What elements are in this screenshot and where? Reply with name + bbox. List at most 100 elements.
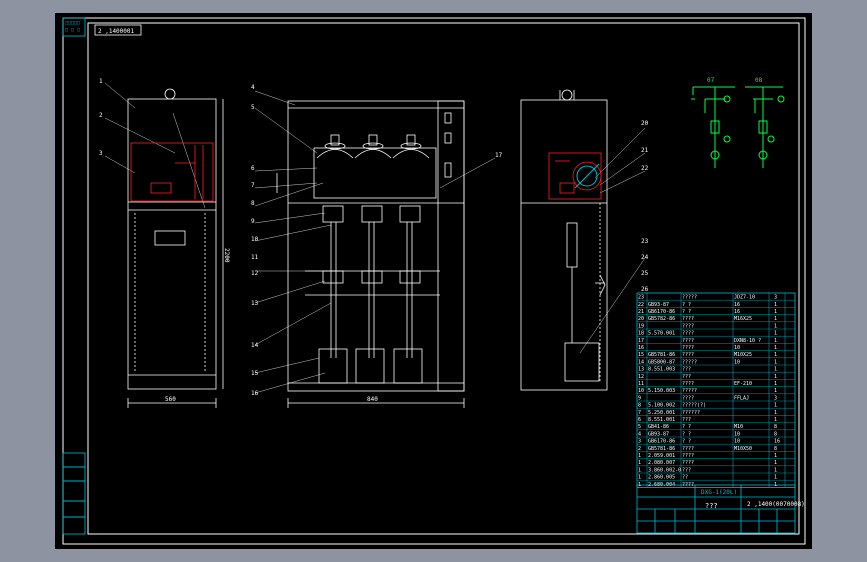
bom-cell-code: 8.551.001	[648, 417, 675, 423]
bom-cell-name: ????	[682, 460, 694, 466]
engineering-drawing: □□□□□ □ □ □ 2 ,1400001 560 2200 123 840 …	[62, 17, 806, 545]
svg-text:□ □ □: □ □ □	[65, 27, 80, 33]
bom-cell-qty: 1	[774, 352, 777, 358]
bom-cell-code: GB93-87	[648, 431, 669, 437]
bom-cell-code: 2.860.005	[648, 475, 675, 481]
bom-cell-spec: 10	[734, 431, 740, 437]
bom-cell-qty: 1	[774, 338, 777, 344]
dim-left-width: 560	[165, 396, 176, 403]
right-callout-label: 25	[641, 270, 649, 277]
bom-cell-no: 12	[638, 374, 644, 380]
bom-cell-spec: 16	[734, 309, 740, 315]
bom-cell-name: ????	[682, 331, 694, 337]
bom-cell-name: ???	[682, 374, 691, 380]
schematic-labels: 07 08	[707, 77, 763, 84]
bom-cell-code: 5.250.001	[648, 410, 675, 416]
bom-cell-no: 22	[638, 302, 644, 308]
right-callout-label: 26	[641, 286, 649, 293]
bom-cell-qty: 8	[774, 446, 777, 452]
left-view	[104, 82, 224, 408]
bom-cell-qty: 1	[774, 345, 777, 351]
bom-cell-qty: 1	[774, 453, 777, 459]
bom-cell-spec: 10	[734, 359, 740, 365]
bom-cell-no: 3	[638, 439, 641, 445]
middle-callout-label: 17	[495, 152, 503, 159]
left-callout-label: 2	[99, 112, 103, 119]
bom-cell-qty: 1	[774, 367, 777, 373]
bom-cell-name: ???	[682, 467, 691, 473]
middle-callout-label: 13	[251, 300, 259, 307]
bom-cell-name: ? ?	[682, 424, 691, 430]
right-callouts: 20 21 22 23 24 25 26	[641, 120, 649, 293]
bom-cell-no: 1	[638, 467, 641, 473]
bom-cell-no: 6	[638, 417, 641, 423]
bom-cell-no: 23	[638, 295, 644, 301]
bom-cell-qty: 3	[774, 395, 777, 401]
left-view-labels: 560 2200	[165, 248, 230, 403]
bom-cell-no: 21	[638, 309, 644, 315]
schematic-label: 07	[707, 77, 715, 84]
bom-cell-code: GB5800-87	[648, 359, 675, 365]
dim-middle-width: 840	[367, 396, 378, 403]
bom-cell-name: ????	[682, 345, 694, 351]
right-callout-label: 24	[641, 254, 649, 261]
bom-cell-no: 20	[638, 316, 644, 322]
bom-cell-qty: 1	[774, 323, 777, 329]
bom-cell-spec: M10	[734, 424, 743, 430]
drawing-number-top: 2 ,1400001	[98, 28, 135, 35]
bom-cell-spec: M16X25	[734, 316, 752, 322]
bom-cell-name: ? ?	[682, 302, 691, 308]
bom-cell-no: 13	[638, 367, 644, 373]
schematic-label: 08	[755, 77, 763, 84]
left-stamp-column: □□□□□ □ □ □	[62, 17, 86, 535]
bom-cell-no: 5	[638, 424, 641, 430]
title-drawing-number: 2 ,1400(0070008)	[747, 501, 805, 508]
middle-callout-label: 7	[251, 182, 255, 189]
bom-cell-no: 15	[638, 352, 644, 358]
bom-cell-spec: EF-210	[734, 381, 752, 387]
bom-cell-spec: M10X50	[734, 446, 752, 452]
middle-callout-label: 5	[251, 104, 255, 111]
bom-cell-qty: 1	[774, 417, 777, 423]
bom-cell-qty: 8	[774, 431, 777, 437]
bom-cell-qty: 1	[774, 467, 777, 473]
bom-cell-qty: 1	[774, 331, 777, 337]
middle-view	[254, 90, 496, 408]
cad-viewport[interactable]: □□□□□ □ □ □ 2 ,1400001 560 2200 1 2 3 84…	[55, 13, 812, 549]
bom-cell-spec: 10	[734, 345, 740, 351]
bom-cell-no: 7	[638, 410, 641, 416]
dim-left-height: 2200	[223, 248, 230, 263]
bom-cell-code: 5.150.003	[648, 388, 675, 394]
bom-cell-code: 5.100.002	[648, 403, 675, 409]
bom-cell-qty: 1	[774, 302, 777, 308]
left-callouts: 1 2 3	[99, 78, 103, 157]
bom-cell-code: GB6170-86	[648, 309, 675, 315]
bom-cell-qty: 1	[774, 309, 777, 315]
bom-cell-qty: 1	[774, 359, 777, 365]
bom-cell-spec: M10X25	[734, 352, 752, 358]
bom-cell-spec: 10	[734, 439, 740, 445]
right-view	[520, 89, 646, 391]
bom-cell-qty: 8	[774, 424, 777, 430]
bom-cell-no: 17	[638, 338, 644, 344]
electrical-schematic	[691, 86, 785, 168]
middle-callout-label: 16	[251, 390, 259, 397]
bom-cell-code: GB6170-86	[648, 439, 675, 445]
bom-cell-name: ? ?	[682, 309, 691, 315]
bom-cell-qty: 16	[774, 439, 780, 445]
middle-callout-label: 6	[251, 165, 255, 172]
bom-cell-qty: 1	[774, 410, 777, 416]
right-callout-label: 22	[641, 165, 649, 172]
bom-cell-qty: 1	[774, 403, 777, 409]
middle-callout-label: 4	[251, 84, 255, 91]
bom-cell-code: GB41-86	[648, 424, 669, 430]
bom-cell-code: GB5781-86	[648, 446, 675, 452]
right-view-equipment	[548, 152, 602, 200]
bom-cell-spec: 16	[734, 302, 740, 308]
bom-cell-no: 16	[638, 345, 644, 351]
bom-cell-name: ????	[682, 381, 694, 387]
middle-callout-label: 10	[251, 236, 259, 243]
title-model: DXG-1(20L)	[701, 489, 737, 496]
bom-cell-no: 10	[638, 388, 644, 394]
bom-cell-code: GB5781-86	[648, 352, 675, 358]
